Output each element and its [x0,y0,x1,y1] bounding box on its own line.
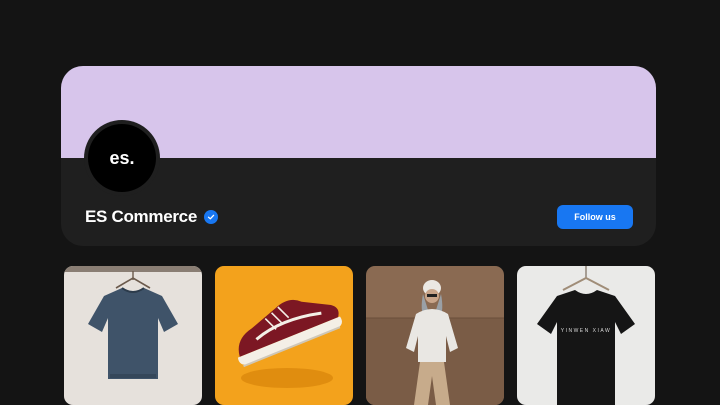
product-grid: YINWEN XIAW [61,266,656,405]
verified-badge-icon [203,210,218,224]
avatar-ring: es. [84,120,160,196]
tshirt-print-text: YINWEN XIAW [561,328,611,334]
streetwear-model-image [366,266,504,405]
product-tile-streetwear-model[interactable] [366,266,504,405]
product-tile-red-sneaker[interactable] [215,266,353,405]
red-sneaker-image [215,266,353,405]
black-tshirt-image: YINWEN XIAW [517,266,655,405]
profile-card: es. ES Commerce Follow us [61,66,656,246]
follow-button[interactable]: Follow us [557,205,633,229]
name-row: ES Commerce [85,206,218,228]
product-tile-denim-shirt[interactable] [64,266,202,405]
denim-shirt-image [64,266,202,405]
product-tile-black-tshirt[interactable]: YINWEN XIAW [517,266,655,405]
store-name: ES Commerce [85,207,197,226]
avatar[interactable]: es. [88,124,156,192]
